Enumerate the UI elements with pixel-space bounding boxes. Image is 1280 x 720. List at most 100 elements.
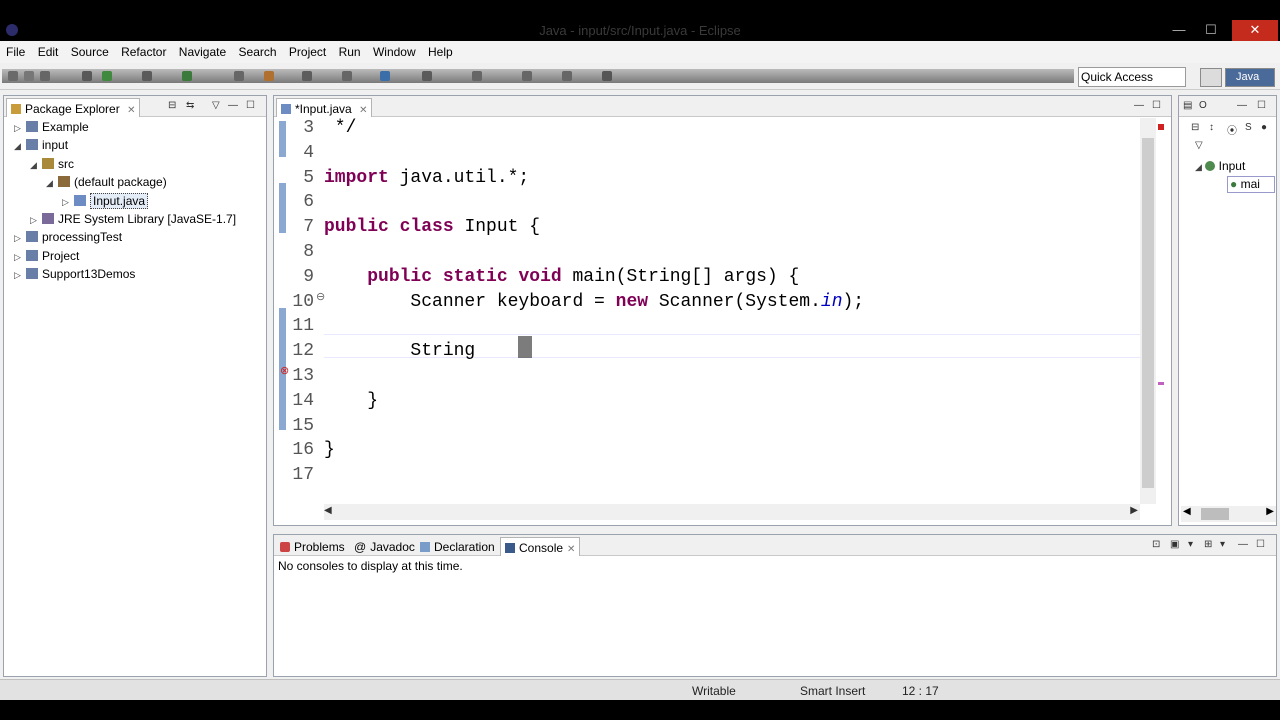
toggle-mark-icon[interactable] [422,71,432,81]
new-icon[interactable] [8,71,18,81]
print-icon[interactable] [40,71,50,81]
minimize-button[interactable]: — [1164,20,1194,41]
tree-item[interactable]: ◢ (default package) [46,175,167,193]
overview-marker-icon[interactable] [1158,382,1164,385]
menu-window[interactable]: Window [367,41,416,59]
menu-run[interactable]: Run [333,41,361,59]
close-button[interactable]: ✕ [1232,20,1278,41]
expand-arrow-icon[interactable]: ▷ [30,215,40,226]
maximize-view-icon[interactable]: ☐ [1256,539,1265,550]
minimize-view-icon[interactable]: — [1238,539,1248,550]
code-line[interactable]: */ [324,118,357,138]
code-line[interactable]: public static void main(String[] args) { [324,267,799,287]
scroll-left-icon[interactable]: ◀ [324,505,332,516]
code-line[interactable]: Scanner keyboard = new Scanner(System.in… [324,292,864,312]
new-class-icon[interactable] [302,71,312,81]
scrollbar-thumb[interactable] [1142,138,1154,488]
menu-edit[interactable]: Edit [32,41,59,59]
code-line[interactable]: import java.util.*; [324,168,529,188]
console-dropdown-icon[interactable]: ▾ [1220,539,1225,550]
open-perspective-icon[interactable] [1200,68,1222,87]
forward-icon[interactable] [562,71,572,81]
minimize-editor-icon[interactable]: — [1134,100,1144,111]
hide-static-icon[interactable]: S [1245,122,1252,133]
collapse-arrow-icon[interactable]: ◢ [30,160,40,171]
search-icon[interactable] [380,71,390,81]
scroll-left-icon[interactable]: ◀ [1183,506,1191,517]
minimize-view-icon[interactable]: — [228,100,238,111]
expand-arrow-icon[interactable]: ▷ [14,123,24,134]
new-package-icon[interactable] [264,71,274,81]
close-tab-icon[interactable]: ✕ [359,105,367,116]
scroll-right-icon[interactable]: ▶ [1130,505,1138,516]
collapse-arrow-icon[interactable]: ◢ [46,178,56,189]
menu-file[interactable]: File [0,41,25,59]
quick-access-input[interactable]: Quick Access [1078,67,1186,87]
maximize-button[interactable]: ☐ [1196,20,1226,41]
run-icon[interactable] [102,71,112,81]
expand-arrow-icon[interactable]: ▷ [14,233,24,244]
view-menu-icon[interactable]: ▽ [1195,140,1203,151]
next-annotation-icon[interactable] [472,71,482,81]
menu-source[interactable]: Source [65,41,109,59]
tree-item[interactable]: ▷ Example [14,120,89,138]
tree-item[interactable]: ▷ Input.java [62,192,149,212]
maximize-view-icon[interactable]: ☐ [1257,100,1266,111]
close-tab-icon[interactable]: ✕ [567,544,575,555]
task-list-icon[interactable]: O [1199,100,1207,111]
tab-input-java[interactable]: *Input.java ✕ [276,98,373,117]
outline-item-main[interactable]: ● mai [1227,176,1275,193]
collapse-all-icon[interactable]: ⊟ [168,100,176,111]
new-console-icon[interactable]: ⊞ [1204,539,1212,550]
expand-arrow-icon[interactable]: ▷ [14,270,24,281]
maximize-editor-icon[interactable]: ☐ [1152,100,1161,111]
menu-help[interactable]: Help [422,41,453,59]
tab-declaration[interactable]: Declaration [416,537,499,556]
code-line[interactable]: } [324,391,378,411]
sort-icon[interactable]: ↕ [1209,122,1214,133]
link-with-editor-icon[interactable]: ⇆ [186,100,194,111]
editor-vertical-scrollbar[interactable] [1140,118,1156,504]
code-line[interactable]: String [324,341,486,361]
collapse-arrow-icon[interactable]: ◢ [14,141,24,152]
view-menu-icon[interactable]: ▽ [212,100,220,111]
save-icon[interactable] [24,71,34,81]
scrollbar-thumb[interactable] [1201,508,1229,520]
code-line[interactable]: public class Input { [324,217,540,237]
tree-item[interactable]: ▷ processingTest [14,230,122,248]
maximize-view-icon[interactable]: ☐ [246,100,255,111]
display-console-icon[interactable]: ▣ [1170,539,1179,550]
tab-javadoc[interactable]: @ Javadoc [350,537,419,556]
view-menu-icon[interactable]: ▾ [1188,539,1193,550]
expand-arrow-icon[interactable]: ▷ [62,197,72,208]
new-java-project-icon[interactable] [234,71,244,81]
fold-toggle-icon[interactable]: ⊖ [316,290,325,303]
code-line[interactable]: } [324,440,335,460]
scroll-right-icon[interactable]: ▶ [1266,506,1274,517]
hide-fields-icon[interactable]: ⦿ [1227,122,1237,137]
menu-navigate[interactable]: Navigate [173,41,226,59]
minimize-view-icon[interactable]: — [1237,100,1247,111]
pin-icon[interactable] [602,71,612,81]
tree-item[interactable]: ◢ src [30,157,74,175]
outline-horizontal-scrollbar[interactable]: ◀ ▶ [1181,506,1276,522]
open-console-icon[interactable]: ⊡ [1152,539,1160,550]
outline-item-input[interactable]: ◢ Input [1195,159,1245,173]
run-last-icon[interactable] [182,71,192,81]
hide-nonpublic-icon[interactable]: ● [1261,122,1267,133]
outline-view-icon[interactable]: ▤ [1183,100,1192,111]
editor-horizontal-scrollbar[interactable]: ◀ ▶ [324,504,1140,520]
expand-arrow-icon[interactable]: ▷ [14,252,24,263]
menu-refactor[interactable]: Refactor [115,41,166,59]
tab-package-explorer[interactable]: Package Explorer ✕ [6,98,141,117]
error-overview-icon[interactable] [1158,124,1164,130]
tab-console[interactable]: Console ✕ [500,537,581,556]
tree-item[interactable]: ◢ input [14,138,68,156]
tree-item[interactable]: ▷ Project [14,249,79,267]
open-type-icon[interactable] [342,71,352,81]
tab-problems[interactable]: Problems [276,537,349,556]
collapse-all-icon[interactable]: ⊟ [1191,122,1199,133]
menu-project[interactable]: Project [283,41,326,59]
debug-icon[interactable] [82,71,92,81]
back-icon[interactable] [522,71,532,81]
